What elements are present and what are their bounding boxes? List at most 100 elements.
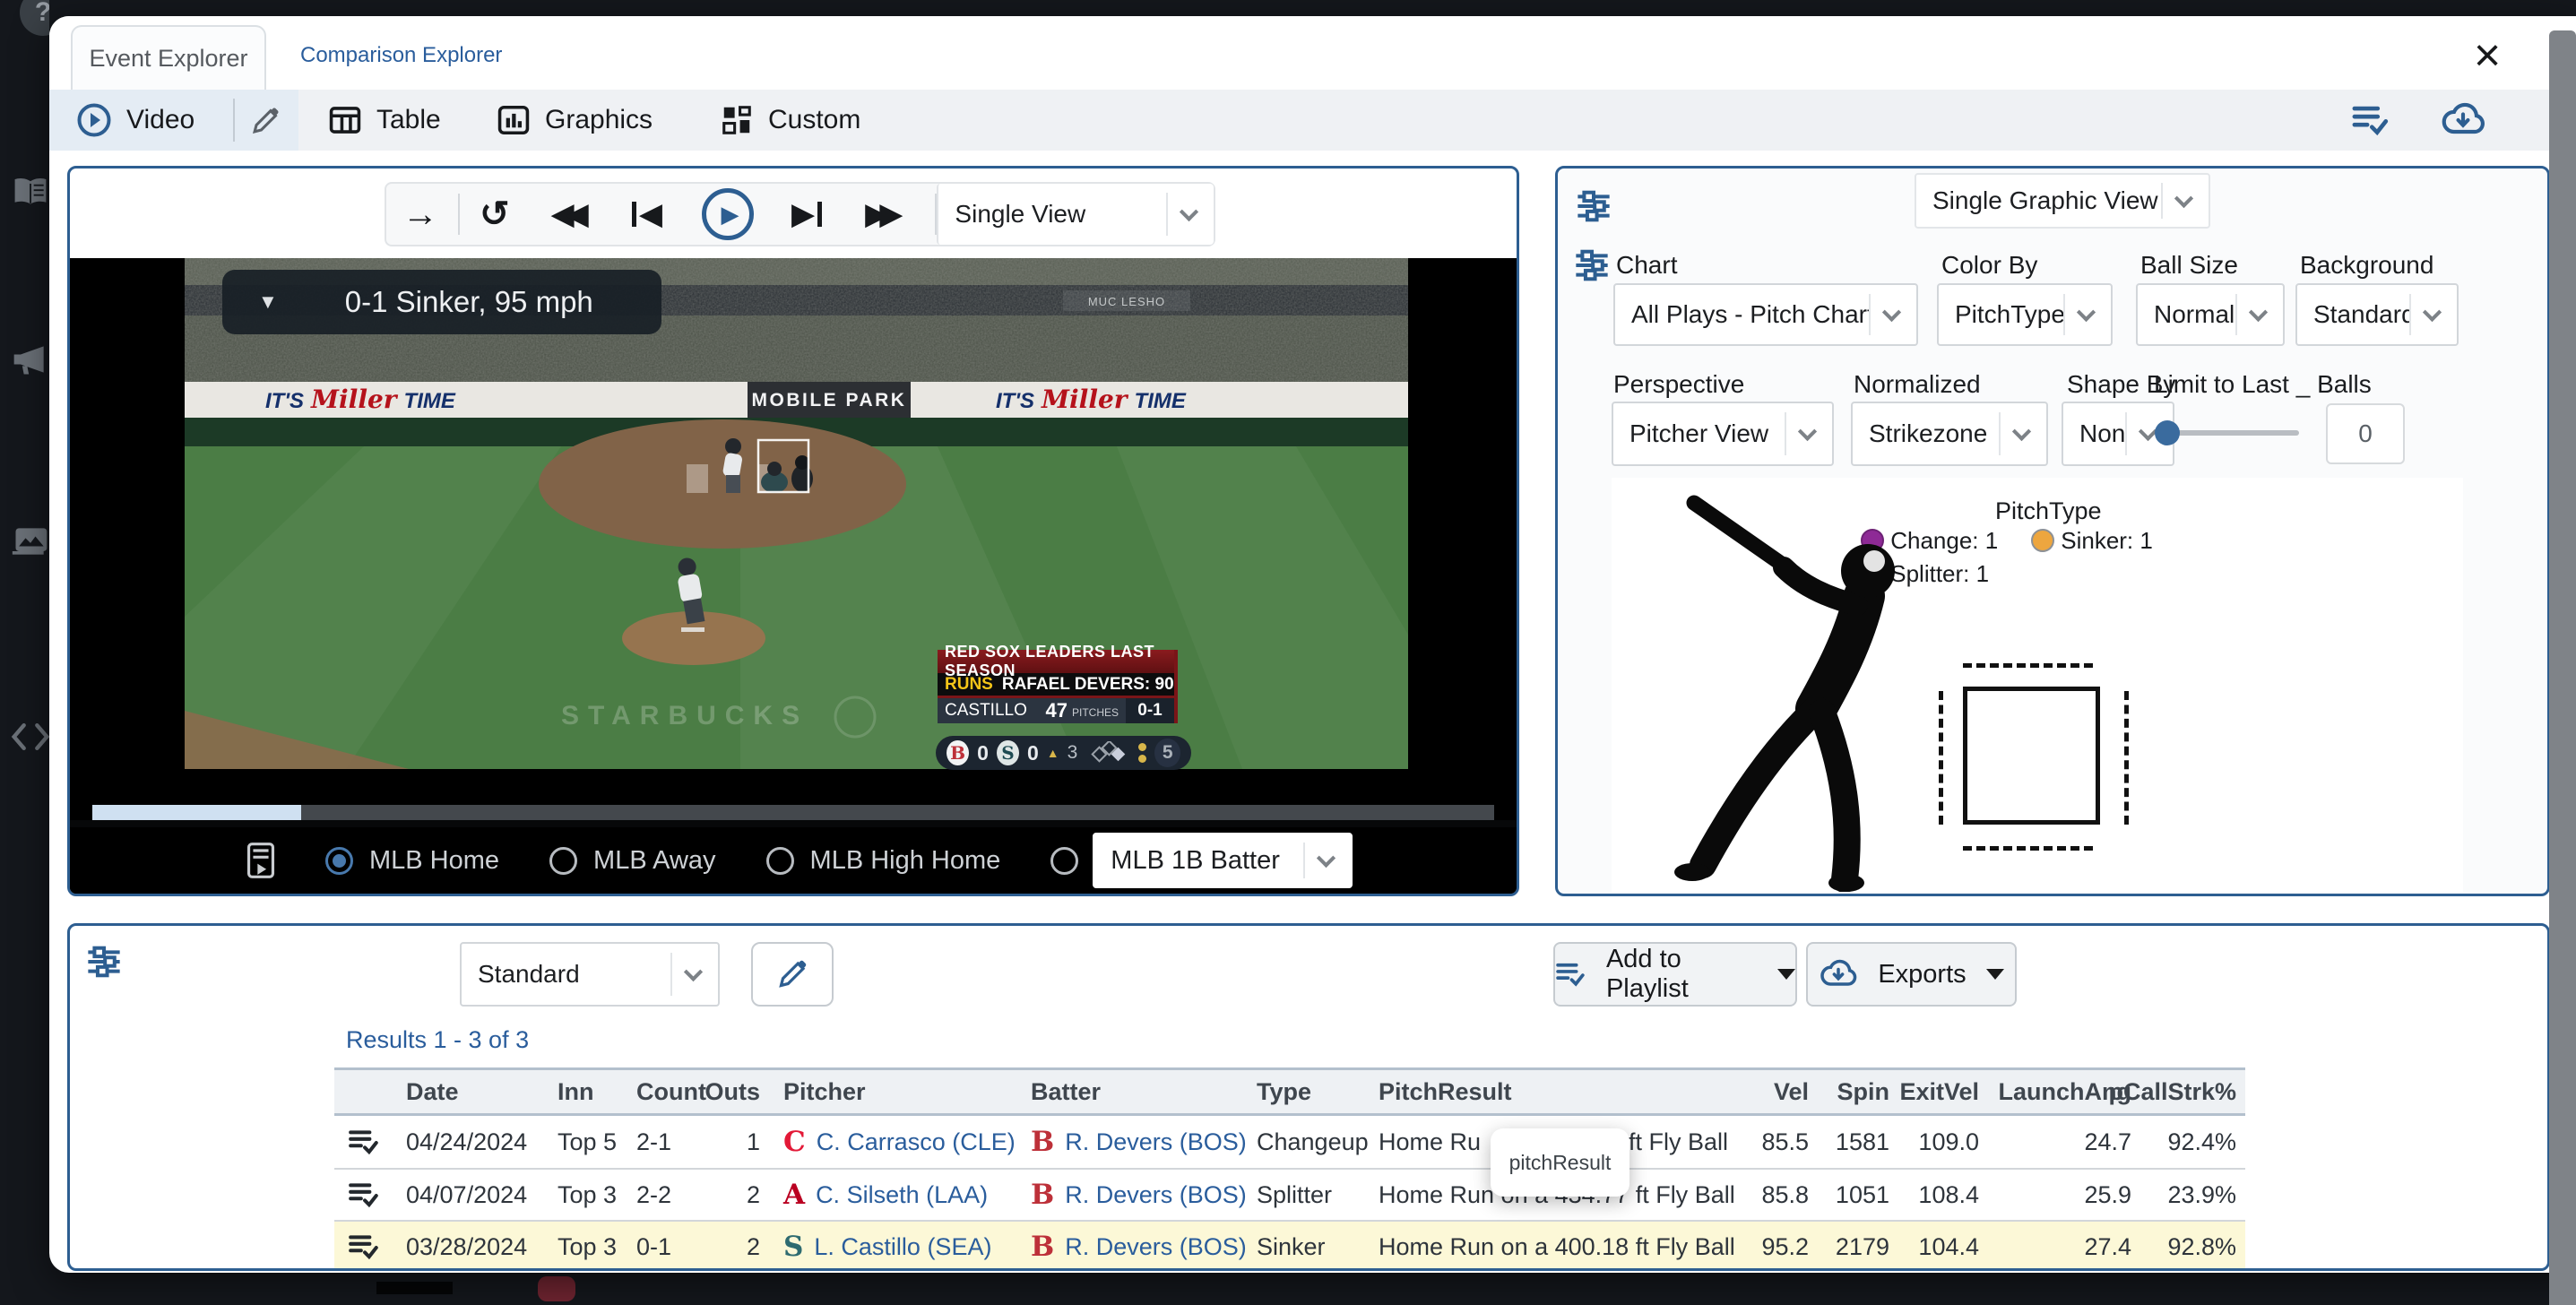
table-row[interactable]: 04/24/2024Top 52-11CC. Carrasco (CLE)BR.… [334, 1116, 2245, 1168]
pitch-label-text: 0-1 Sinker, 95 mph [345, 285, 593, 319]
megaphone-icon[interactable] [11, 342, 49, 376]
graphics-settings-icon[interactable] [1576, 188, 1612, 224]
column-header-date[interactable]: Date [406, 1070, 554, 1113]
chart-settings-icon[interactable] [1574, 247, 1610, 283]
results-count[interactable]: Results 1 - 3 of 3 [346, 1026, 529, 1054]
team-logo: B [1031, 1179, 1054, 1211]
table-row[interactable]: 03/28/2024Top 30-12SL. Castillo (SEA)BR.… [334, 1220, 2245, 1271]
tab-event-explorer[interactable]: Event Explorer [71, 25, 266, 90]
field-sign: STARBUCKS [561, 701, 808, 730]
scorebug-linescore: B 0 S 0 ▲ 3 [936, 736, 1191, 770]
column-header-type[interactable]: Type [1257, 1070, 1373, 1113]
cell-spin: 2179 [1809, 1222, 1889, 1271]
radio-mlb-away[interactable] [549, 847, 577, 875]
playlist-check-icon[interactable] [2351, 102, 2390, 138]
background-fragment [376, 1282, 453, 1294]
inning-number: 3 [1068, 742, 1078, 764]
radio-mlb-custom-angle[interactable] [1050, 847, 1078, 875]
multi-angle-icon[interactable] [243, 841, 279, 880]
video-progress-bar[interactable] [92, 805, 1494, 820]
column-header-pitchresult[interactable]: PitchResult [1379, 1070, 1728, 1113]
cell-vel: 95.2 [1728, 1222, 1809, 1271]
cell-outs: 1 [679, 1116, 760, 1168]
edit-preset-button[interactable] [751, 942, 834, 1007]
cell-date: 04/07/2024 [406, 1170, 554, 1220]
results-settings-icon[interactable] [86, 944, 122, 980]
tab-graphics[interactable]: Graphics [497, 103, 653, 137]
column-header-spin[interactable]: Spin [1809, 1070, 1889, 1113]
background-select[interactable]: Standard [2295, 283, 2459, 346]
radio-mlb-high-home[interactable] [766, 847, 794, 875]
code-icon[interactable] [11, 722, 49, 752]
player-link[interactable]: R. Devers (BOS) [1065, 1181, 1247, 1209]
next-event-icon[interactable]: ▶ [791, 196, 822, 232]
count-dots-icon [1138, 743, 1146, 763]
limit-input[interactable]: 0 [2326, 403, 2405, 464]
player-link[interactable]: R. Devers (BOS) [1065, 1233, 1247, 1261]
radio-mlb-away-label[interactable]: MLB Away [593, 846, 715, 876]
media-icon[interactable] [11, 524, 49, 558]
previous-event-icon[interactable]: ◀ [632, 196, 662, 232]
row-playlist-icon[interactable] [348, 1170, 387, 1220]
row-playlist-icon[interactable] [348, 1222, 387, 1271]
scrollbar[interactable] [2549, 30, 2576, 1305]
limit-label: Limit to Last _ Balls [2154, 370, 2372, 399]
player-link[interactable]: L. Castillo (SEA) [814, 1233, 991, 1261]
tab-video[interactable]: Video [76, 102, 194, 138]
camera-angle-select[interactable]: MLB 1B Batter [1093, 833, 1353, 888]
graphic-view-select[interactable]: Single Graphic View [1915, 173, 2210, 229]
edit-layout-icon[interactable] [248, 104, 282, 138]
column-header-outs[interactable]: Outs [679, 1070, 760, 1113]
exports-button[interactable]: Exports [1806, 942, 2017, 1007]
rewind-icon[interactable]: ◀◀ [551, 196, 589, 232]
column-header-vel[interactable]: Vel [1728, 1070, 1809, 1113]
limit-slider[interactable] [2160, 430, 2299, 436]
chart-select[interactable]: All Plays - Pitch Chart [1613, 283, 1918, 346]
caret-down-icon [1986, 969, 2004, 980]
column-header-inn[interactable]: Inn [558, 1070, 634, 1113]
close-icon[interactable]: × [2460, 29, 2514, 82]
cell-inn: Top 3 [558, 1222, 634, 1271]
cell-type: Splitter [1257, 1170, 1373, 1220]
cell-exitvel: 109.0 [1889, 1116, 1979, 1168]
play-button[interactable]: ▶ [702, 188, 754, 240]
column-header-pitcher[interactable]: Pitcher [783, 1070, 1025, 1113]
play-circle-icon [76, 102, 112, 138]
radio-mlb-home[interactable] [325, 847, 353, 875]
perspective-select[interactable]: Pitcher View [1612, 402, 1834, 466]
table-row[interactable]: 04/07/2024Top 32-22AC. Silseth (LAA)BR. … [334, 1168, 2245, 1220]
cloud-download-icon[interactable] [2440, 102, 2486, 138]
tab-table-label: Table [376, 105, 441, 135]
book-icon[interactable] [11, 175, 49, 209]
results-panel: Standard Add to Playlist Exports Results… [67, 923, 2550, 1271]
player-link[interactable]: C. Silseth (LAA) [816, 1181, 988, 1209]
replay-icon[interactable]: ↺ [480, 194, 510, 235]
scorebug-leader-row: RUNS RAFAEL DEVERS: 90 [938, 673, 1174, 698]
scorebug-title: RED SOX LEADERS LAST SEASON [938, 650, 1174, 673]
add-to-playlist-button[interactable]: Add to Playlist [1553, 942, 1797, 1007]
cell-launchang: 25.9 [2015, 1170, 2131, 1220]
preset-select[interactable]: Standard [460, 942, 720, 1007]
tab-table[interactable]: Table [328, 103, 441, 137]
ball-size-select[interactable]: Normal [2136, 283, 2285, 346]
player-link[interactable]: C. Carrasco (CLE) [817, 1128, 1016, 1156]
help-icon[interactable]: ? [20, 0, 49, 36]
column-header-batter[interactable]: Batter [1031, 1070, 1250, 1113]
video-display[interactable]: MUC LESHO IT'SMillerTIME MOBILE PARK IT'… [70, 258, 1517, 894]
color-by-select[interactable]: PitchType [1937, 283, 2113, 346]
radio-mlb-home-label[interactable]: MLB Home [369, 846, 499, 876]
normalized-select[interactable]: Strikezone [1851, 402, 2048, 466]
radio-mlb-high-home-label[interactable]: MLB High Home [810, 846, 1001, 876]
tab-comparison-explorer[interactable]: Comparison Explorer [300, 43, 502, 68]
column-header-exitvel[interactable]: ExitVel [1889, 1070, 1979, 1113]
fast-forward-icon[interactable]: ▶▶ [865, 196, 903, 232]
mariners-logo: S [997, 740, 1019, 765]
player-link[interactable]: R. Devers (BOS) [1065, 1128, 1247, 1156]
pitch-label-pill[interactable]: ▼ 0-1 Sinker, 95 mph [222, 270, 661, 334]
results-table: DateInnCountOutsPitcherBatterTypePitchRe… [334, 1067, 2245, 1271]
row-playlist-icon[interactable] [348, 1116, 387, 1168]
view-mode-select[interactable]: Single View [937, 184, 1214, 245]
tab-custom[interactable]: Custom [720, 103, 860, 137]
jump-forward-icon[interactable]: → [402, 194, 438, 235]
column-header-pcallstrk%[interactable]: pCallStrk% [2136, 1070, 2236, 1113]
